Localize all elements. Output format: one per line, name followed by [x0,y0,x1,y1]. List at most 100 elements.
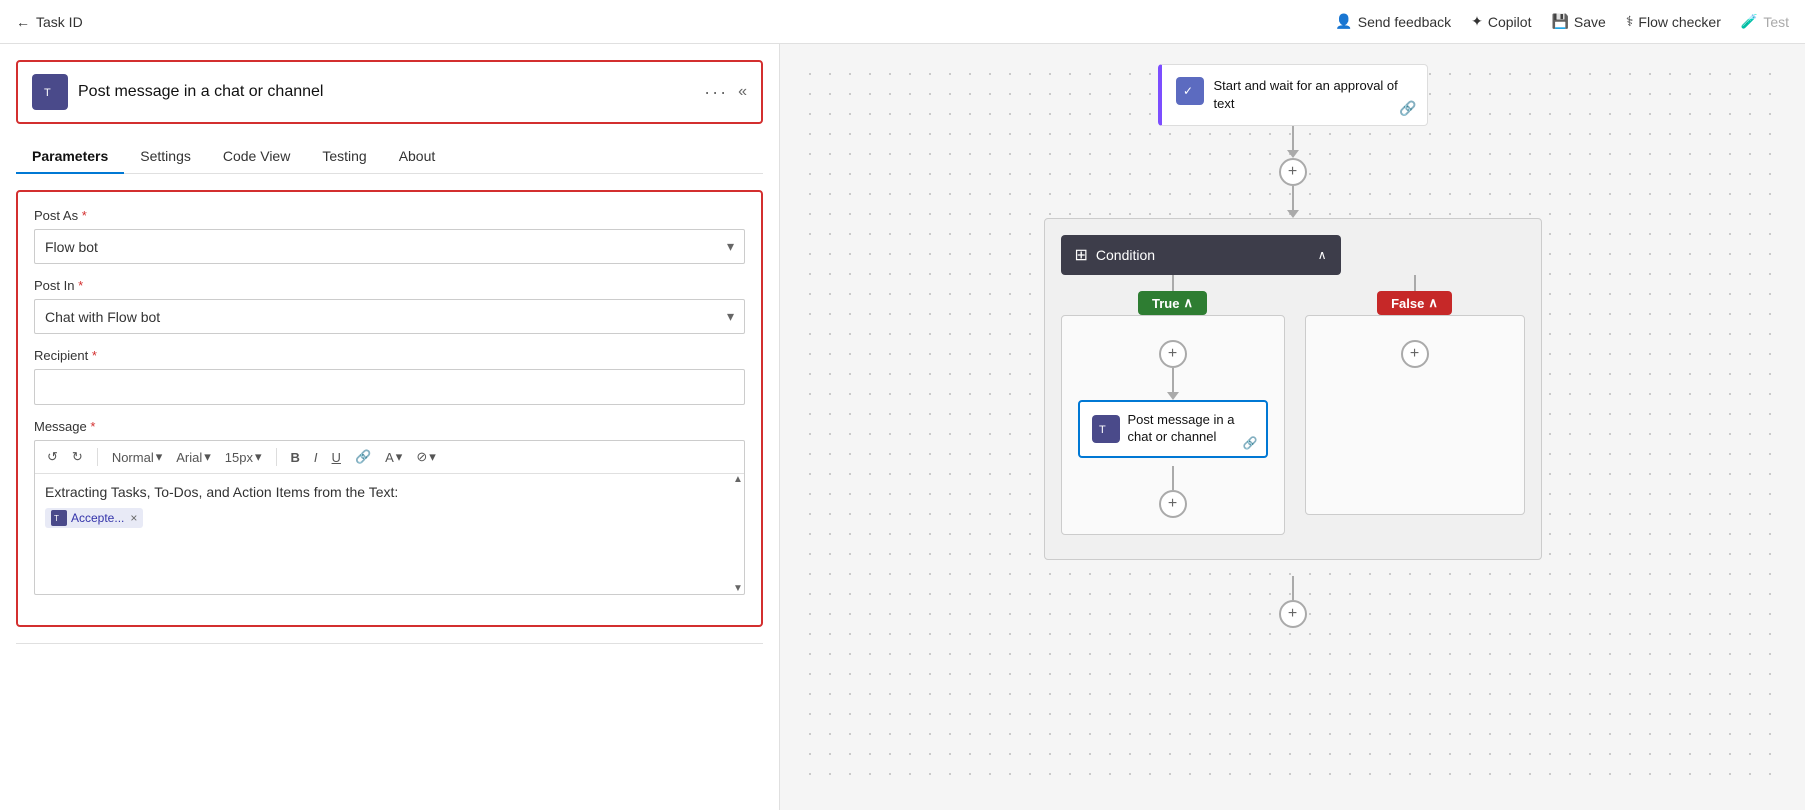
form-area: Post As * Flow bot ▾ Post In * Chat with… [16,190,763,627]
canvas-area: ✓ Start and wait for an approval of text… [800,64,1785,790]
add-step-bottom-button[interactable]: + [1279,600,1307,628]
toolbar-separator-2 [276,448,277,466]
action-header: T Post message in a chat or channel ··· … [16,60,763,124]
true-branch-container: + T Post message in a chat or chann [1061,315,1285,535]
post-as-chevron-icon: ▾ [727,238,734,255]
link-button[interactable]: 🔗 [351,447,375,467]
true-branch-collapse-icon: ∧ [1183,295,1193,311]
action-header-collapse-button[interactable]: « [738,83,747,101]
editor-text: Extracting Tasks, To-Dos, and Action Ite… [45,484,734,500]
editor-scrollbar: ▲ ▼ [732,474,744,594]
italic-button[interactable]: I [310,448,322,467]
post-in-required: * [78,278,83,293]
redo-button[interactable]: ↻ [68,447,87,467]
tabs: Parameters Settings Code View Testing Ab… [16,140,763,174]
left-panel: T Post message in a chat or channel ··· … [0,44,780,810]
post-as-group: Post As * Flow bot ▾ [34,208,745,264]
tab-settings[interactable]: Settings [124,140,207,174]
true-branch-connector-1: + [1159,340,1187,400]
condition-collapse-button[interactable]: ∧ [1318,248,1327,262]
copilot-icon: ✦ [1471,13,1483,30]
message-editor: ↺ ↻ Normal ▾ Arial ▾ 15px [34,440,745,595]
bold-button[interactable]: B [287,448,304,467]
teams-block: T Post message in a chat or channel 🔗 [1078,400,1268,458]
message-group: Message * ↺ ↻ Normal ▾ Arial [34,419,745,595]
main: T Post message in a chat or channel ··· … [0,44,1805,810]
add-step-button-1[interactable]: + [1279,158,1307,186]
post-in-select[interactable]: Chat with Flow bot ▾ [34,299,745,334]
post-as-required: * [82,208,87,223]
condition-block: ⊞ Condition ∧ [1061,235,1341,275]
highlight-button[interactable]: ⊘ ▾ [412,447,439,467]
add-step-true-bottom-button[interactable]: + [1159,490,1187,518]
editor-tag: T Accepte... × [45,508,143,528]
false-branch-connector: + [1401,340,1429,368]
false-branch-label[interactable]: False ∧ [1377,291,1452,315]
true-branch: True ∧ + [1061,275,1285,535]
true-branch-label[interactable]: True ∧ [1138,291,1207,315]
send-feedback-button[interactable]: 👤 Send feedback [1335,13,1451,30]
svg-text:T: T [54,514,59,523]
font-color-button[interactable]: A ▾ [381,447,406,467]
tab-parameters[interactable]: Parameters [16,140,124,174]
undo-button[interactable]: ↺ [43,447,62,467]
tab-about[interactable]: About [383,140,452,174]
post-in-label: Post In * [34,278,745,293]
action-header-icon: T [32,74,68,110]
connector-1: + [1279,126,1307,218]
recipient-required: * [92,348,97,363]
tab-testing[interactable]: Testing [306,140,382,174]
post-in-group: Post In * Chat with Flow bot ▾ [34,278,745,334]
scroll-up-button[interactable]: ▲ [733,474,743,485]
tag-close-button[interactable]: × [130,511,137,525]
flow-checker-icon: ⚕ [1626,13,1634,30]
font-chevron-icon: ▾ [204,449,211,465]
true-branch-connector-2: + [1159,466,1187,518]
back-icon: ← [16,14,30,30]
recipient-label: Recipient * [34,348,745,363]
format-chevron-icon: ▾ [156,449,163,465]
approval-block-icon: ✓ [1176,77,1204,105]
right-panel: ✓ Start and wait for an approval of text… [780,44,1805,810]
teams-block-link-icon: 🔗 [1243,436,1258,450]
branches: True ∧ + [1061,275,1525,535]
approval-link-icon: 🔗 [1399,100,1416,117]
format-dropdown-button[interactable]: Normal ▾ [108,447,166,467]
add-step-true-button[interactable]: + [1159,340,1187,368]
size-dropdown-button[interactable]: 15px ▾ [221,447,266,467]
approval-block-title: Start and wait for an approval of text [1214,77,1413,113]
back-button[interactable]: ← Task ID [16,14,83,30]
tab-code-view[interactable]: Code View [207,140,306,174]
toolbar-separator-1 [97,448,98,466]
test-button[interactable]: 🧪 Test [1741,13,1789,30]
topbar-title: Task ID [36,14,83,30]
underline-button[interactable]: U [328,448,345,467]
svg-text:T: T [44,87,51,99]
editor-toolbar: ↺ ↻ Normal ▾ Arial ▾ 15px [35,441,744,474]
bottom-plus-row: + [1279,576,1307,628]
font-dropdown-button[interactable]: Arial ▾ [172,447,215,467]
highlight-chevron-icon: ▾ [429,449,436,465]
svg-text:T: T [1099,424,1106,436]
save-button[interactable]: 💾 Save [1551,13,1605,30]
false-branch-container: + [1305,315,1525,515]
add-step-false-button[interactable]: + [1401,340,1429,368]
action-header-menu-button[interactable]: ··· [704,82,728,103]
flow-checker-button[interactable]: ⚕ Flow checker [1626,13,1721,30]
approval-block: ✓ Start and wait for an approval of text… [1158,64,1428,126]
post-as-label: Post As * [34,208,745,223]
test-icon: 🧪 [1741,13,1758,30]
false-branch: False ∧ + [1305,275,1525,515]
topbar-actions: 👤 Send feedback ✦ Copilot 💾 Save ⚕ Flow … [1335,13,1789,30]
post-as-select[interactable]: Flow bot ▾ [34,229,745,264]
scroll-down-button[interactable]: ▼ [733,583,743,594]
recipient-input[interactable] [34,369,745,405]
divider [16,643,763,644]
recipient-group: Recipient * [34,348,745,405]
post-in-chevron-icon: ▾ [727,308,734,325]
condition-title: Condition [1096,247,1155,263]
size-chevron-icon: ▾ [255,449,262,465]
save-icon: 💾 [1551,13,1568,30]
editor-content[interactable]: Extracting Tasks, To-Dos, and Action Ite… [35,474,744,594]
copilot-button[interactable]: ✦ Copilot [1471,13,1531,30]
